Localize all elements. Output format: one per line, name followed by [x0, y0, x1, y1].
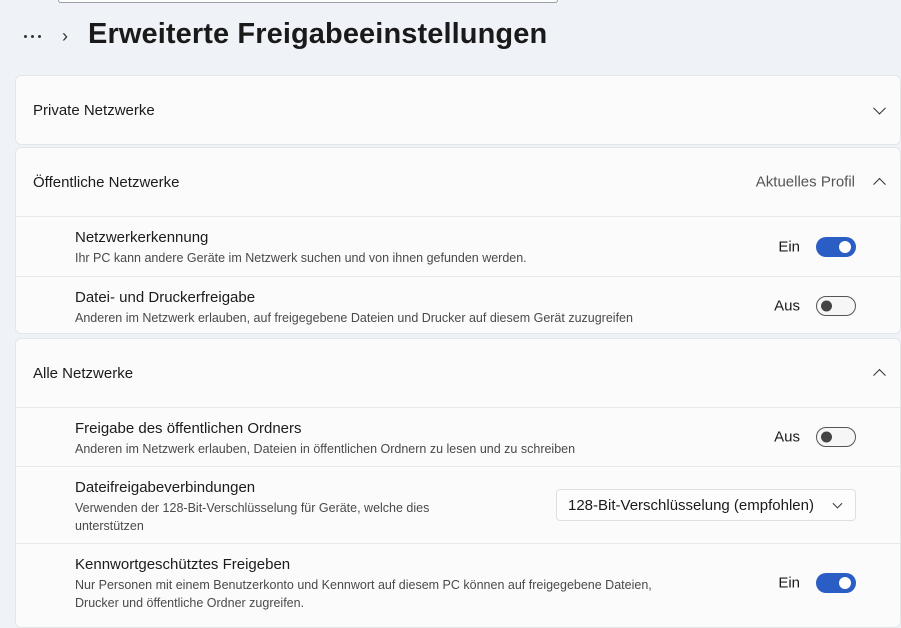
page-header: › Erweiterte Freigabeeinstellungen: [0, 14, 901, 60]
setting-row-public-folder-sharing: Freigabe des öffentlichen Ordners Andere…: [16, 407, 900, 466]
encryption-dropdown[interactable]: 128-Bit-Verschlüsselung (empfohlen): [556, 489, 856, 521]
setting-row-password-protected-sharing: Kennwortgeschütztes Freigeben Nur Person…: [16, 543, 900, 623]
section-public-header[interactable]: Öffentliche Netzwerke Aktuelles Profil: [16, 148, 900, 216]
setting-description-line: Nur Personen mit einem Benutzerkonto und…: [75, 578, 652, 592]
setting-title: Netzwerkerkennung: [75, 229, 209, 246]
section-all-title: Alle Netzwerke: [33, 364, 134, 382]
toggle-state-label: Aus: [774, 428, 800, 446]
toggle-knob: [821, 300, 832, 312]
toggle-knob: [839, 577, 851, 589]
section-all-header[interactable]: Alle Netzwerke: [16, 339, 900, 407]
network-discovery-toggle[interactable]: [816, 236, 856, 257]
setting-row-network-discovery: Netzwerkerkennung Ihr PC kann andere Ger…: [16, 216, 900, 276]
chevron-down-icon: [832, 498, 843, 509]
setting-title: Kennwortgeschütztes Freigeben: [75, 556, 291, 573]
public-folder-sharing-toggle[interactable]: [816, 427, 856, 447]
toggle-knob: [839, 240, 851, 253]
dropdown-selected-value: 128-Bit-Verschlüsselung (empfohlen): [568, 496, 814, 514]
setting-row-file-sharing-connections: Dateifreigabeverbindungen Verwenden der …: [16, 466, 900, 543]
current-profile-label: Aktuelles Profil: [755, 173, 855, 191]
chevron-down-icon: [873, 101, 886, 115]
section-private-title: Private Netzwerke: [33, 101, 155, 119]
section-all-networks: Alle Netzwerke Freigabe des öffentlichen…: [15, 338, 901, 628]
section-private-networks: Private Netzwerke: [15, 75, 901, 145]
breadcrumb-chevron-icon: ›: [62, 26, 68, 46]
chevron-up-icon: [873, 177, 886, 191]
setting-description: Nur Personen mit einem Benutzerkonto und…: [75, 576, 900, 612]
page-title: Erweiterte Freigabeeinstellungen: [88, 18, 548, 50]
toggle-state-label: Ein: [778, 238, 800, 255]
setting-row-file-printer-sharing: Datei- und Druckerfreigabe Anderen im Ne…: [16, 276, 900, 333]
file-printer-sharing-toggle[interactable]: [816, 296, 856, 316]
section-public-title: Öffentliche Netzwerke: [33, 173, 180, 191]
setting-description-line: Drucker und öffentliche Ordner zugreifen…: [75, 596, 305, 610]
toggle-knob: [821, 431, 832, 443]
chevron-up-icon: [873, 368, 886, 382]
section-private-header[interactable]: Private Netzwerke: [16, 76, 900, 144]
section-public-networks: Öffentliche Netzwerke Aktuelles Profil N…: [15, 147, 901, 334]
toggle-state-label: Aus: [774, 297, 800, 315]
window-top-edge: [58, 0, 558, 3]
password-protected-sharing-toggle[interactable]: [816, 573, 856, 593]
setting-description: Ihr PC kann andere Geräte im Netzwerk su…: [75, 251, 527, 265]
more-options-icon[interactable]: [16, 24, 48, 48]
toggle-state-label: Ein: [778, 574, 800, 592]
